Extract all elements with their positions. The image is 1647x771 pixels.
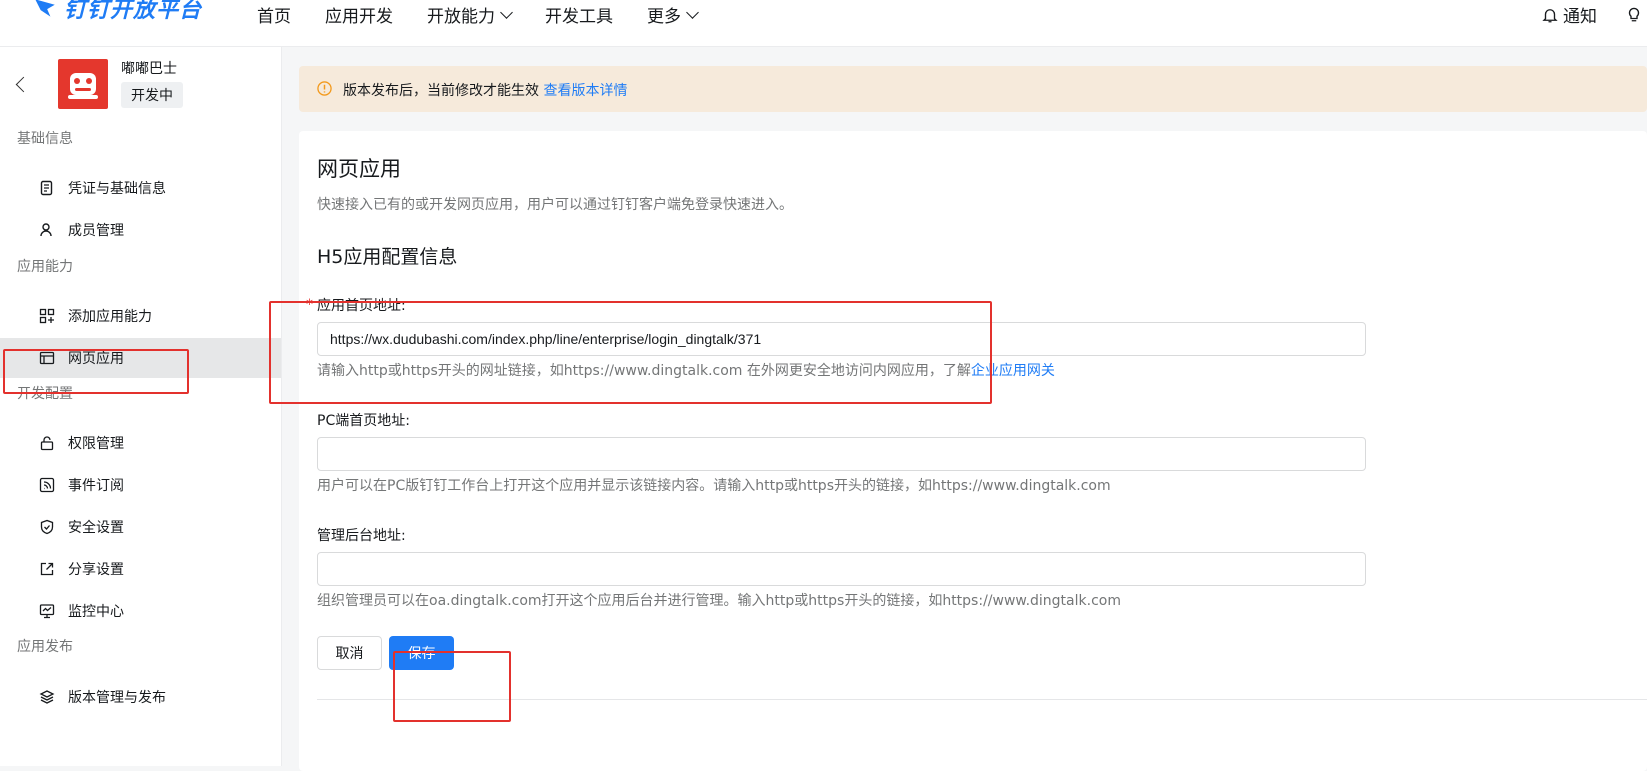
version-notice-banner: 版本发布后，当前修改才能生效 查看版本详情	[299, 66, 1647, 112]
notification-button[interactable]: 通知	[1541, 2, 1597, 27]
section-title: H5应用配置信息	[317, 246, 458, 268]
sidebar-item-label: 监控中心	[68, 604, 124, 620]
share-icon	[40, 562, 54, 576]
pc-homepage-label: PC端首页地址:	[317, 413, 410, 429]
page-title: 网页应用	[317, 157, 401, 181]
main-nav: 首页 应用开发 开放能力 开发工具 更多	[257, 2, 731, 27]
sidebar-item-members[interactable]: 成员管理	[0, 210, 281, 250]
sidebar-item-monitor[interactable]: 监控中心	[0, 591, 281, 631]
sidebar-item-permissions[interactable]: 权限管理	[0, 423, 281, 463]
lightbulb-icon[interactable]	[1625, 4, 1643, 24]
banner-text: 版本发布后，当前修改才能生效	[343, 83, 539, 99]
sidebar-item-label: 安全设置	[68, 520, 124, 536]
view-version-details-link[interactable]: 查看版本详情	[543, 83, 627, 99]
sidebar-item-security[interactable]: 安全设置	[0, 507, 281, 547]
dingtalk-logo[interactable]: 钉钉开放平台	[32, 0, 202, 25]
pc-homepage-input[interactable]	[317, 437, 1366, 471]
sidebar-item-label: 凭证与基础信息	[68, 181, 166, 197]
sidebar-item-label: 添加应用能力	[68, 309, 152, 325]
nav-dev-tools[interactable]: 开发工具	[545, 2, 613, 27]
top-navigation-bar: 钉钉开放平台 首页 应用开发 开放能力 开发工具 更多 通知	[0, 0, 1647, 47]
admin-url-label: 管理后台地址:	[317, 528, 406, 544]
pc-homepage-hint: 用户可以在PC版钉钉工作台上打开这个应用并显示该链接内容。请输入http或htt…	[317, 478, 1111, 494]
logo-text: 钉钉开放平台	[64, 0, 203, 23]
nav-open-capability-label: 开放能力	[427, 7, 495, 27]
sidebar-item-credentials[interactable]: 凭证与基础信息	[0, 168, 281, 208]
nav-more[interactable]: 更多	[647, 2, 699, 27]
annotation-box-webapp-menu	[3, 349, 189, 394]
annotation-box-save-button	[393, 651, 511, 722]
sidebar-item-label: 成员管理	[68, 223, 124, 239]
section-app-publish: 应用发布	[17, 639, 73, 655]
chevron-down-icon	[686, 5, 699, 19]
divider	[317, 699, 1647, 700]
app-avatar	[58, 59, 108, 109]
admin-url-hint: 组织管理员可以在oa.dingtalk.com打开这个应用后台并进行管理。输入h…	[317, 593, 1121, 609]
nav-home[interactable]: 首页	[257, 2, 291, 27]
annotation-box-homepage-url	[269, 301, 992, 404]
nav-app-dev[interactable]: 应用开发	[325, 2, 393, 27]
sidebar-item-add-capability[interactable]: 添加应用能力	[0, 296, 281, 336]
chevron-down-icon	[500, 5, 513, 19]
sidebar-item-share[interactable]: 分享设置	[0, 549, 281, 589]
monitor-icon	[39, 604, 55, 619]
user-icon	[40, 223, 52, 237]
dingtalk-wing-icon	[35, 0, 55, 17]
sidebar: 嘟嘟巴士 开发中 基础信息 凭证与基础信息 成员管理 应用能力 添加应用能力 网…	[0, 47, 282, 766]
app-name: 嘟嘟巴士	[121, 61, 177, 77]
sidebar-item-events[interactable]: 事件订阅	[0, 465, 281, 505]
sidebar-item-label: 事件订阅	[68, 478, 124, 494]
sidebar-item-label: 版本管理与发布	[68, 690, 166, 706]
sidebar-item-versions[interactable]: 版本管理与发布	[0, 677, 281, 717]
banner-text-wrap: 版本发布后，当前修改才能生效 查看版本详情	[343, 80, 627, 100]
back-arrow-icon[interactable]	[15, 76, 32, 93]
shield-icon	[40, 519, 54, 535]
sidebar-item-label: 分享设置	[68, 562, 124, 578]
warning-info-icon	[317, 81, 332, 96]
lock-icon	[40, 436, 54, 451]
admin-url-input[interactable]	[317, 552, 1366, 586]
page-description: 快速接入已有的或开发网页应用，用户可以通过钉钉客户端免登录快速进入。	[317, 197, 793, 213]
app-status-badge: 开发中	[121, 82, 183, 108]
notification-label: 通知	[1563, 7, 1597, 27]
bus-mascot-icon	[68, 73, 98, 99]
section-basic-info: 基础信息	[17, 131, 73, 147]
cancel-button[interactable]: 取消	[317, 636, 382, 670]
rss-feed-icon	[39, 477, 55, 493]
apps-grid-icon	[39, 308, 55, 324]
layers-icon	[39, 690, 55, 704]
nav-open-capability[interactable]: 开放能力	[427, 2, 513, 27]
nav-more-label: 更多	[647, 7, 681, 27]
sidebar-item-label: 权限管理	[68, 436, 124, 452]
document-icon	[40, 180, 53, 196]
section-app-capability: 应用能力	[17, 259, 73, 275]
bell-icon	[1542, 8, 1558, 22]
